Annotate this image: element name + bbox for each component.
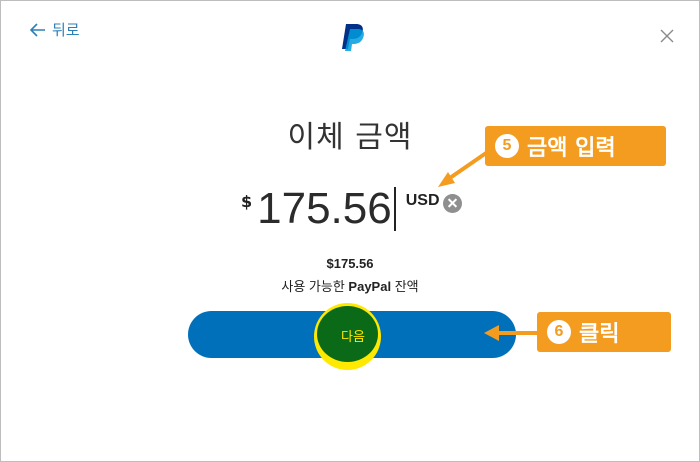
arrow-to-next-head [484, 325, 499, 341]
callout-enter-amount: 5 금액 입력 [485, 126, 666, 166]
arrow-to-amount [445, 149, 491, 182]
callout-number: 5 [495, 134, 519, 158]
callout-text: 금액 입력 [527, 136, 616, 161]
callout-number: 6 [547, 320, 571, 344]
callout-click: 6 클릭 [537, 312, 671, 352]
annotation-arrows [438, 149, 538, 341]
callout-text: 클릭 [579, 322, 620, 347]
